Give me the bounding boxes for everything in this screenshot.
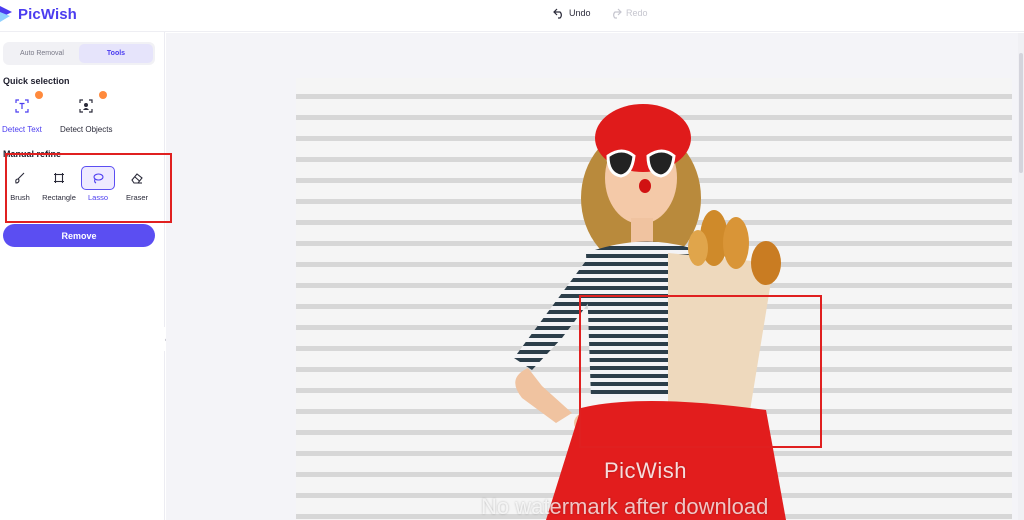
undo-label: Undo	[569, 8, 591, 18]
highlight-box-refine-tools	[5, 153, 172, 223]
new-badge-icon	[99, 91, 108, 99]
highlight-box-selection	[579, 295, 822, 448]
tab-tools[interactable]: Tools	[79, 44, 153, 63]
redo-label: Redo	[626, 8, 648, 18]
vertical-scrollbar[interactable]	[1018, 33, 1024, 520]
mode-tabs: Auto Removal Tools	[3, 42, 155, 65]
scrollbar-thumb[interactable]	[1019, 53, 1023, 173]
detect-text-label: Detect Text	[2, 125, 42, 134]
object-select-icon	[79, 99, 93, 113]
undo-button[interactable]: Undo	[553, 7, 591, 19]
text-select-icon	[15, 99, 29, 113]
tab-auto-removal[interactable]: Auto Removal	[5, 44, 79, 63]
app-name: PicWish	[18, 5, 77, 23]
remove-button[interactable]: Remove	[3, 224, 155, 247]
logo[interactable]: PicWish	[0, 3, 77, 25]
detect-objects-button[interactable]: Detect Objects	[60, 91, 113, 134]
watermark-title: PicWish	[604, 458, 687, 483]
picwish-logo-icon	[0, 6, 12, 22]
watermark-note: No watermark after download	[481, 494, 769, 519]
top-bar: PicWish Undo Redo	[0, 0, 1024, 32]
detect-text-button[interactable]: Detect Text	[2, 91, 43, 134]
redo-button[interactable]: Redo	[610, 7, 648, 19]
quick-selection-title: Quick selection	[3, 76, 70, 86]
undo-icon	[553, 8, 562, 19]
new-badge-icon	[34, 91, 43, 99]
redo-icon	[613, 8, 622, 19]
sidebar: Auto Removal Tools Quick selection Detec…	[0, 32, 165, 520]
detect-objects-label: Detect Objects	[60, 125, 113, 134]
